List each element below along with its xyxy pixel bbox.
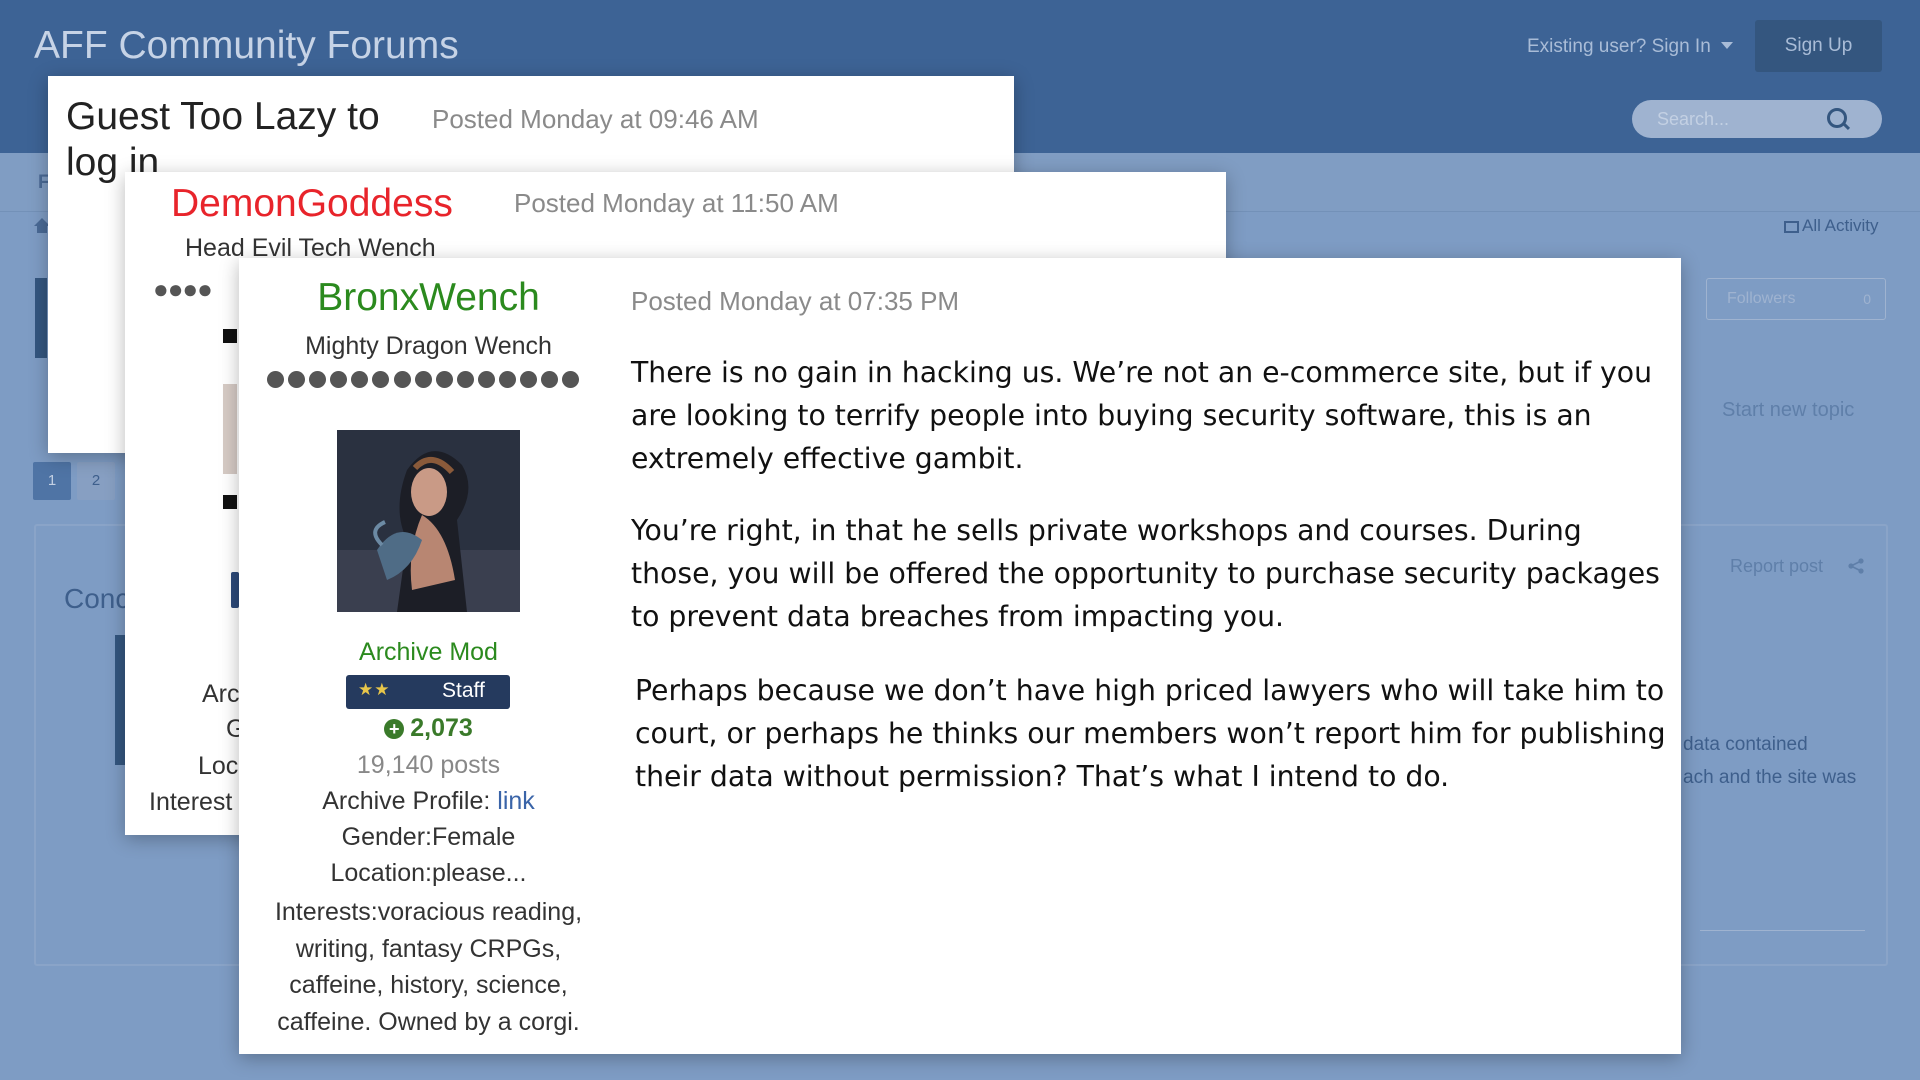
archive-profile: Archive Profile: link xyxy=(239,787,618,816)
avatar xyxy=(223,384,237,474)
reputation: +2,073 xyxy=(239,714,618,743)
post-author[interactable]: DemonGoddess xyxy=(171,182,453,226)
rank-pips xyxy=(267,371,597,391)
post-body-fragment: ach and the site was xyxy=(1683,767,1857,788)
reputation-value: 2,073 xyxy=(410,714,473,742)
all-activity-link[interactable]: All Activity xyxy=(1784,216,1879,236)
profile-field: Arc xyxy=(202,680,240,708)
followers-button[interactable]: Followers 0 xyxy=(1706,278,1886,320)
user-group: Archive Mod xyxy=(359,638,498,666)
post-card-bronxwench: BronxWench Posted Monday at 07:35 PM Mig… xyxy=(239,258,1681,1054)
interests-field: Interests:voracious reading, writing, fa… xyxy=(274,898,583,1036)
staff-badge xyxy=(231,572,239,608)
location-field: Location:please... xyxy=(330,859,527,887)
followers-count: 0 xyxy=(1863,291,1871,307)
avatar[interactable] xyxy=(337,430,520,612)
site-title[interactable]: AFF Community Forums xyxy=(34,24,459,68)
post-count: 19,140 posts xyxy=(356,751,501,779)
avatar-image xyxy=(337,430,520,612)
share-icon[interactable] xyxy=(1848,558,1864,574)
staff-badge-label: Staff xyxy=(442,679,485,702)
avatar-frame xyxy=(223,329,237,343)
profile-field: Loc xyxy=(198,752,239,780)
post-paragraph: Perhaps because we don’t have high price… xyxy=(635,674,1666,793)
activity-icon xyxy=(1784,221,1799,233)
post-paragraph: You’re right, in that he sells private w… xyxy=(631,514,1660,633)
post-title-bar xyxy=(35,278,47,358)
sign-in-label: Existing user? Sign In xyxy=(1527,36,1711,57)
post-paragraph: There is no gain in hacking us. We’re no… xyxy=(631,356,1653,475)
search-box[interactable]: Search... xyxy=(1632,100,1882,138)
post-timestamp: Posted Monday at 07:35 PM xyxy=(631,286,960,316)
search-icon[interactable] xyxy=(1827,108,1847,128)
report-post-link[interactable]: Report post xyxy=(1730,556,1823,577)
profile-field: Interest xyxy=(149,788,233,816)
post-author[interactable]: BronxWench xyxy=(239,276,618,320)
post-timestamp: Posted Monday at 11:50 AM xyxy=(514,188,839,218)
sign-in-link[interactable]: Existing user? Sign In xyxy=(1527,36,1733,58)
page-2-button[interactable]: 2 xyxy=(77,462,115,500)
user-rank: Mighty Dragon Wench xyxy=(305,332,552,360)
divider xyxy=(1700,930,1865,931)
post-body-fragment: data contained xyxy=(1683,734,1808,755)
post-timestamp: Posted Monday at 09:46 AM xyxy=(432,104,759,134)
rank-pips: ●●●● xyxy=(153,274,213,304)
star-icon: ★★ xyxy=(358,680,391,699)
post-title-partial: Conc xyxy=(64,583,130,614)
avatar-frame xyxy=(223,495,237,509)
caret-down-icon xyxy=(1720,42,1733,49)
gender-field: Gender:Female xyxy=(341,823,516,851)
sign-up-button[interactable]: Sign Up xyxy=(1755,20,1882,72)
plus-icon: + xyxy=(384,719,405,739)
page-1-button[interactable]: 1 xyxy=(33,462,71,500)
followers-label: Followers xyxy=(1727,290,1796,307)
search-input[interactable]: Search... xyxy=(1657,109,1729,130)
all-activity-label: All Activity xyxy=(1802,216,1879,235)
start-new-topic-button[interactable]: Start new topic xyxy=(1722,399,1854,422)
archive-profile-link[interactable]: link xyxy=(497,787,535,815)
staff-badge: ★★ Staff xyxy=(346,675,510,709)
archive-profile-label: Archive Profile: xyxy=(322,787,498,815)
